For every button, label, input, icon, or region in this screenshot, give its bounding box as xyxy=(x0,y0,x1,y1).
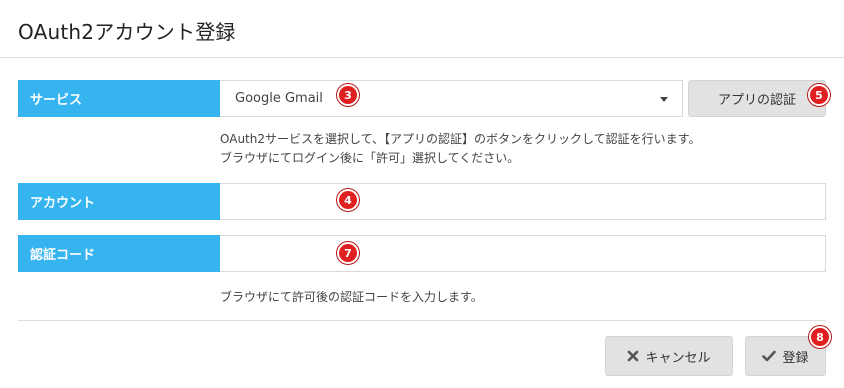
app-auth-button[interactable]: アプリの認証 xyxy=(688,80,826,117)
annotation-badge-5: 5 xyxy=(808,84,830,106)
auth-code-input[interactable] xyxy=(220,235,826,272)
close-icon xyxy=(627,350,639,362)
account-input[interactable] xyxy=(220,183,826,220)
service-label: サービス xyxy=(18,80,220,117)
dialog-title: OAuth2アカウント登録 xyxy=(18,20,236,44)
service-help-text: OAuth2サービスを選択して、【アプリの認証】のボタンをクリックして認証を行い… xyxy=(220,130,700,168)
footer-divider xyxy=(18,320,826,321)
cancel-button-label: キャンセル xyxy=(645,350,711,366)
chevron-down-icon xyxy=(660,97,668,102)
service-select[interactable]: Google Gmail xyxy=(220,80,683,117)
annotation-badge-4: 4 xyxy=(337,189,359,211)
annotation-badge-3: 3 xyxy=(337,84,359,106)
annotation-badge-7: 7 xyxy=(337,242,359,264)
cancel-button[interactable]: キャンセル xyxy=(605,336,733,376)
auth-code-help-text: ブラウザにて許可後の認証コードを入力します。 xyxy=(220,290,483,304)
check-icon xyxy=(762,350,777,362)
header-divider xyxy=(0,57,844,58)
annotation-badge-8: 8 xyxy=(809,326,831,348)
account-label: アカウント xyxy=(18,183,220,220)
auth-code-label: 認証コード xyxy=(18,235,220,272)
service-help-line-2: ブラウザにてログイン後に「許可」選択してください。 xyxy=(220,151,520,165)
service-select-value: Google Gmail xyxy=(235,91,323,106)
register-button-label: 登録 xyxy=(782,350,809,366)
service-help-line-1: OAuth2サービスを選択して、【アプリの認証】のボタンをクリックして認証を行い… xyxy=(220,132,701,146)
